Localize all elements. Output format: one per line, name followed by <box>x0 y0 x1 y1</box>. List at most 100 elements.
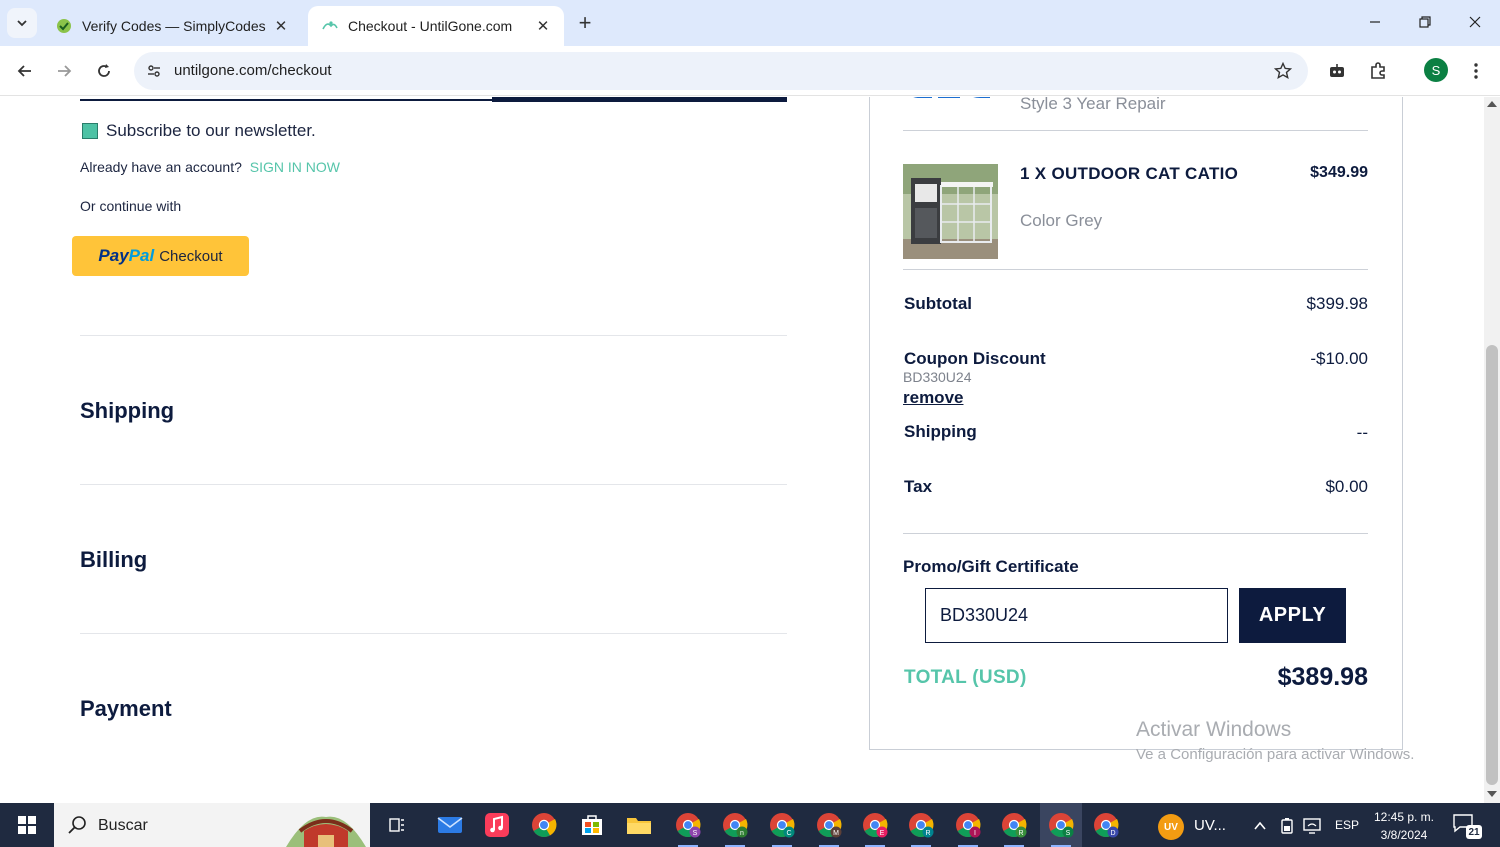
microsoft-store-icon[interactable] <box>576 809 608 841</box>
chrome-profile-m-icon[interactable]: M <box>813 809 845 847</box>
sign-in-link[interactable]: SIGN IN NOW <box>250 159 340 175</box>
section-divider <box>80 335 787 336</box>
scroll-thumb[interactable] <box>1486 345 1498 785</box>
taskbar-search[interactable]: Buscar <box>54 803 370 847</box>
uv-app-badge[interactable]: UV <box>1158 814 1184 840</box>
windows-start-icon[interactable] <box>0 803 54 847</box>
chrome-profile-n-icon[interactable]: n <box>719 809 751 847</box>
scroll-up-arrow-icon[interactable] <box>1487 101 1497 107</box>
mail-app-icon[interactable] <box>434 809 466 841</box>
paypal-logo: PayPal <box>98 246 155 265</box>
section-divider <box>80 633 787 634</box>
file-explorer-icon[interactable] <box>623 809 655 841</box>
billing-section-heading[interactable]: Billing <box>80 547 147 573</box>
extensions-puzzle-icon[interactable] <box>1364 57 1392 85</box>
watermark-title: Activar Windows <box>1136 718 1292 741</box>
product-color: Color Grey <box>1020 211 1103 230</box>
browser-tab-strip: Verify Codes — SimplyCodes ✕ Checkout - … <box>0 0 1500 46</box>
coupon-discount-value: -$10.00 <box>1310 349 1368 368</box>
chrome-icon[interactable] <box>528 809 560 841</box>
language-indicator[interactable]: ESP <box>1335 818 1359 832</box>
svg-text:R: R <box>925 830 930 837</box>
tab-simplycodes[interactable]: Verify Codes — SimplyCodes ✕ <box>42 6 302 46</box>
task-view-icon[interactable] <box>381 809 413 841</box>
promo-code-input[interactable] <box>925 588 1228 643</box>
battery-icon[interactable] <box>1276 815 1298 837</box>
profile-avatar[interactable]: S <box>1424 58 1448 82</box>
svg-text:n: n <box>740 830 744 837</box>
payment-section-heading[interactable]: Payment <box>80 696 172 722</box>
chrome-profile-s-icon[interactable]: S <box>672 809 704 847</box>
bookmark-star-icon[interactable] <box>1272 60 1294 82</box>
product-image <box>903 164 998 259</box>
coupon-discount-label: Coupon Discount <box>904 349 1046 368</box>
remove-coupon-link[interactable]: remove <box>903 388 963 408</box>
new-tab-plus-icon[interactable]: + <box>572 10 598 36</box>
tax-label: Tax <box>904 477 933 496</box>
page-scrollbar[interactable] <box>1484 97 1500 803</box>
tab-close-icon[interactable]: ✕ <box>534 17 552 35</box>
chrome-profile-i-icon[interactable]: I <box>952 809 984 847</box>
reload-icon[interactable] <box>89 56 119 86</box>
restore-icon[interactable] <box>1400 0 1450 44</box>
continue-with-text: Or continue with <box>80 198 182 214</box>
minimize-icon[interactable] <box>1350 0 1400 44</box>
back-arrow-icon[interactable] <box>10 56 40 86</box>
chrome-profile-r-icon[interactable]: R <box>905 809 937 847</box>
shipping-value: -- <box>1356 423 1368 442</box>
email-field-bottom[interactable] <box>80 97 492 101</box>
forward-arrow-icon[interactable] <box>49 56 79 86</box>
site-settings-icon[interactable] <box>142 59 166 83</box>
tab-untilgone-checkout[interactable]: Checkout - UntilGone.com ✕ <box>308 6 564 46</box>
chrome-profile-c-icon[interactable]: C <box>766 809 798 847</box>
menu-kebab-icon[interactable] <box>1462 57 1490 85</box>
tab-title: Checkout - UntilGone.com <box>348 18 513 34</box>
search-icon <box>68 816 86 834</box>
windows-taskbar: Buscar S n C M E R I R S D UV UV... ESP … <box>0 803 1500 847</box>
summary-divider <box>903 269 1368 270</box>
notification-count: 21 <box>1466 825 1482 839</box>
newsletter-label: Subscribe to our newsletter. <box>106 121 316 140</box>
paypal-checkout-button[interactable]: PayPal Checkout <box>72 236 249 276</box>
apply-promo-button[interactable]: APPLY <box>1239 588 1346 643</box>
subtotal-value: $399.98 <box>1306 294 1368 313</box>
scroll-down-arrow-icon[interactable] <box>1487 791 1497 797</box>
svg-text:R: R <box>1018 830 1023 837</box>
network-icon[interactable] <box>1302 815 1324 837</box>
browser-toolbar: untilgone.com/checkout S <box>0 46 1500 96</box>
chrome-profile-s-active-icon[interactable]: S <box>1040 803 1082 847</box>
svg-text:I: I <box>974 830 976 837</box>
uv-app-label[interactable]: UV... <box>1194 817 1226 834</box>
untilgone-favicon-icon <box>322 18 338 34</box>
close-window-icon[interactable] <box>1450 0 1500 44</box>
newsletter-option[interactable]: Subscribe to our newsletter. <box>82 121 316 141</box>
shipping-label: Shipping <box>904 422 977 441</box>
tab-close-icon[interactable]: ✕ <box>272 17 290 35</box>
tab-search-button[interactable] <box>7 8 37 38</box>
svg-text:C: C <box>786 830 791 837</box>
search-highlight-illustration-icon <box>286 816 366 847</box>
have-account-text: Already have an account? <box>80 159 242 175</box>
url-text: untilgone.com/checkout <box>174 62 332 79</box>
clock-time: 12:45 p. m. <box>1373 810 1435 824</box>
continue-button-bottom[interactable] <box>492 97 787 102</box>
music-app-icon[interactable] <box>481 809 513 841</box>
svg-text:E: E <box>880 830 885 837</box>
tax-value: $0.00 <box>1325 477 1368 496</box>
robot-extension-icon[interactable] <box>1323 57 1351 85</box>
chrome-profile-e-icon[interactable]: E <box>859 809 891 847</box>
address-bar[interactable]: untilgone.com/checkout <box>134 52 1308 90</box>
taskbar-clock[interactable]: 12:45 p. m. 3/8/2024 <box>1366 808 1442 844</box>
shipping-section-heading[interactable]: Shipping <box>80 398 174 424</box>
newsletter-checkbox[interactable] <box>82 123 98 139</box>
paypal-checkout-label: Checkout <box>159 247 223 265</box>
notification-center-icon[interactable]: 21 <box>1452 813 1482 839</box>
show-hidden-icons-chevron-icon[interactable] <box>1249 815 1271 837</box>
have-account-line: Already have an account? SIGN IN NOW <box>80 159 340 175</box>
product-name: 1 X OUTDOOR CAT CATIO <box>1020 164 1239 183</box>
promo-label: Promo/Gift Certificate <box>903 557 1079 576</box>
chrome-profile-r2-icon[interactable]: R <box>998 809 1030 847</box>
windows-activation-watermark: Activar Windows Ve a Configuración para … <box>1136 718 1414 763</box>
total-value: $389.98 <box>1277 663 1368 691</box>
chrome-profile-d-icon[interactable]: D <box>1090 809 1122 841</box>
